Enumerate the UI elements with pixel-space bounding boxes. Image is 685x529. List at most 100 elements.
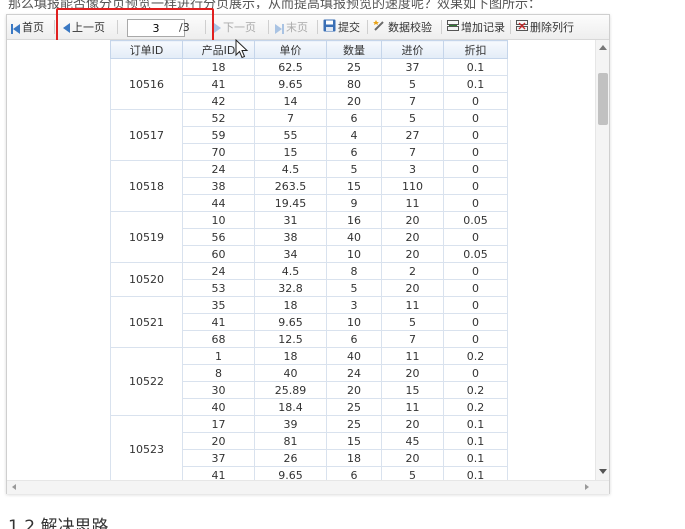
next-page-button[interactable]: 下一页 <box>214 15 256 40</box>
table-cell[interactable]: 6 <box>326 466 382 480</box>
order-id-cell[interactable]: 10519 <box>110 211 183 263</box>
table-cell[interactable]: 5 <box>326 160 382 178</box>
table-cell[interactable]: 7 <box>381 92 444 110</box>
order-id-cell[interactable]: 10523 <box>110 415 183 480</box>
table-cell[interactable]: 1 <box>182 347 255 365</box>
table-cell[interactable]: 0.05 <box>443 245 508 263</box>
table-cell[interactable]: 5 <box>381 313 444 331</box>
scroll-down-icon[interactable] <box>599 469 607 474</box>
first-page-button[interactable]: 首页 <box>11 15 44 40</box>
table-cell[interactable]: 0 <box>443 194 508 212</box>
last-page-button[interactable]: 末页 <box>275 15 308 40</box>
table-cell[interactable]: 0 <box>443 279 508 297</box>
table-cell[interactable]: 10 <box>182 211 255 229</box>
table-cell[interactable]: 41 <box>182 466 255 480</box>
table-cell[interactable]: 25 <box>326 415 382 433</box>
table-cell[interactable]: 110 <box>381 177 444 195</box>
table-cell[interactable]: 42 <box>182 92 255 110</box>
table-cell[interactable]: 0.1 <box>443 415 508 433</box>
table-cell[interactable]: 11 <box>381 347 444 365</box>
table-cell[interactable]: 7 <box>254 109 327 127</box>
table-cell[interactable]: 0.1 <box>443 432 508 450</box>
table-cell[interactable]: 0.1 <box>443 58 508 76</box>
table-cell[interactable]: 26 <box>254 449 327 467</box>
table-cell[interactable]: 0 <box>443 92 508 110</box>
table-cell[interactable]: 25 <box>326 58 382 76</box>
table-cell[interactable]: 10 <box>326 245 382 263</box>
horizontal-scrollbar[interactable] <box>7 480 609 494</box>
table-cell[interactable]: 15 <box>326 432 382 450</box>
vertical-scrollbar[interactable] <box>595 40 609 480</box>
table-cell[interactable]: 52 <box>182 109 255 127</box>
table-cell[interactable]: 20 <box>182 432 255 450</box>
table-cell[interactable]: 0.2 <box>443 381 508 399</box>
table-cell[interactable]: 16 <box>326 211 382 229</box>
table-cell[interactable]: 20 <box>381 279 444 297</box>
table-cell[interactable]: 37 <box>182 449 255 467</box>
table-cell[interactable]: 24 <box>182 160 255 178</box>
table-cell[interactable]: 0 <box>443 330 508 348</box>
table-cell[interactable]: 40 <box>254 364 327 382</box>
submit-button[interactable]: 提交 <box>323 15 360 40</box>
scroll-right-icon[interactable] <box>585 484 589 490</box>
table-cell[interactable]: 3 <box>381 160 444 178</box>
scroll-thumb[interactable] <box>598 73 608 125</box>
table-cell[interactable]: 0.2 <box>443 347 508 365</box>
table-cell[interactable]: 5 <box>381 466 444 480</box>
table-cell[interactable]: 80 <box>326 75 382 93</box>
table-cell[interactable]: 24 <box>326 364 382 382</box>
table-cell[interactable]: 18 <box>254 296 327 314</box>
validate-button[interactable]: 数据校验 <box>373 15 432 40</box>
table-cell[interactable]: 41 <box>182 313 255 331</box>
table-cell[interactable]: 0 <box>443 109 508 127</box>
table-cell[interactable]: 6 <box>326 109 382 127</box>
table-cell[interactable]: 7 <box>381 330 444 348</box>
table-cell[interactable]: 45 <box>381 432 444 450</box>
table-cell[interactable]: 4.5 <box>254 160 327 178</box>
table-cell[interactable]: 30 <box>182 381 255 399</box>
table-cell[interactable]: 70 <box>182 143 255 161</box>
table-cell[interactable]: 41 <box>182 75 255 93</box>
table-cell[interactable]: 0.1 <box>443 449 508 467</box>
table-cell[interactable]: 19.45 <box>254 194 327 212</box>
table-cell[interactable]: 0.1 <box>443 466 508 480</box>
prev-page-button[interactable]: 上一页 <box>63 15 105 40</box>
order-id-cell[interactable]: 10517 <box>110 109 183 161</box>
table-cell[interactable]: 0.1 <box>443 75 508 93</box>
table-cell[interactable]: 20 <box>326 381 382 399</box>
table-cell[interactable]: 4 <box>326 126 382 144</box>
table-cell[interactable]: 0 <box>443 364 508 382</box>
table-cell[interactable]: 263.5 <box>254 177 327 195</box>
table-cell[interactable]: 0 <box>443 160 508 178</box>
table-cell[interactable]: 60 <box>182 245 255 263</box>
table-cell[interactable]: 6 <box>326 143 382 161</box>
table-cell[interactable]: 81 <box>254 432 327 450</box>
table-cell[interactable]: 18.4 <box>254 398 327 416</box>
table-cell[interactable]: 37 <box>381 58 444 76</box>
table-cell[interactable]: 15 <box>381 381 444 399</box>
table-cell[interactable]: 0.05 <box>443 211 508 229</box>
table-cell[interactable]: 8 <box>326 262 382 280</box>
table-cell[interactable]: 6 <box>326 330 382 348</box>
table-cell[interactable]: 5 <box>381 109 444 127</box>
table-cell[interactable]: 25 <box>326 398 382 416</box>
table-cell[interactable]: 25.89 <box>254 381 327 399</box>
table-cell[interactable]: 9.65 <box>254 313 327 331</box>
table-cell[interactable]: 15 <box>326 177 382 195</box>
table-cell[interactable]: 9.65 <box>254 75 327 93</box>
table-cell[interactable]: 20 <box>381 211 444 229</box>
table-cell[interactable]: 32.8 <box>254 279 327 297</box>
table-cell[interactable]: 10 <box>326 313 382 331</box>
page-number-input[interactable] <box>127 19 185 37</box>
order-id-cell[interactable]: 10520 <box>110 262 183 297</box>
table-cell[interactable]: 40 <box>326 228 382 246</box>
table-cell[interactable]: 0.2 <box>443 398 508 416</box>
table-cell[interactable]: 20 <box>381 245 444 263</box>
table-cell[interactable]: 15 <box>254 143 327 161</box>
table-cell[interactable]: 56 <box>182 228 255 246</box>
table-cell[interactable]: 0 <box>443 126 508 144</box>
table-cell[interactable]: 40 <box>326 347 382 365</box>
table-cell[interactable]: 59 <box>182 126 255 144</box>
table-cell[interactable]: 9.65 <box>254 466 327 480</box>
table-cell[interactable]: 18 <box>254 347 327 365</box>
